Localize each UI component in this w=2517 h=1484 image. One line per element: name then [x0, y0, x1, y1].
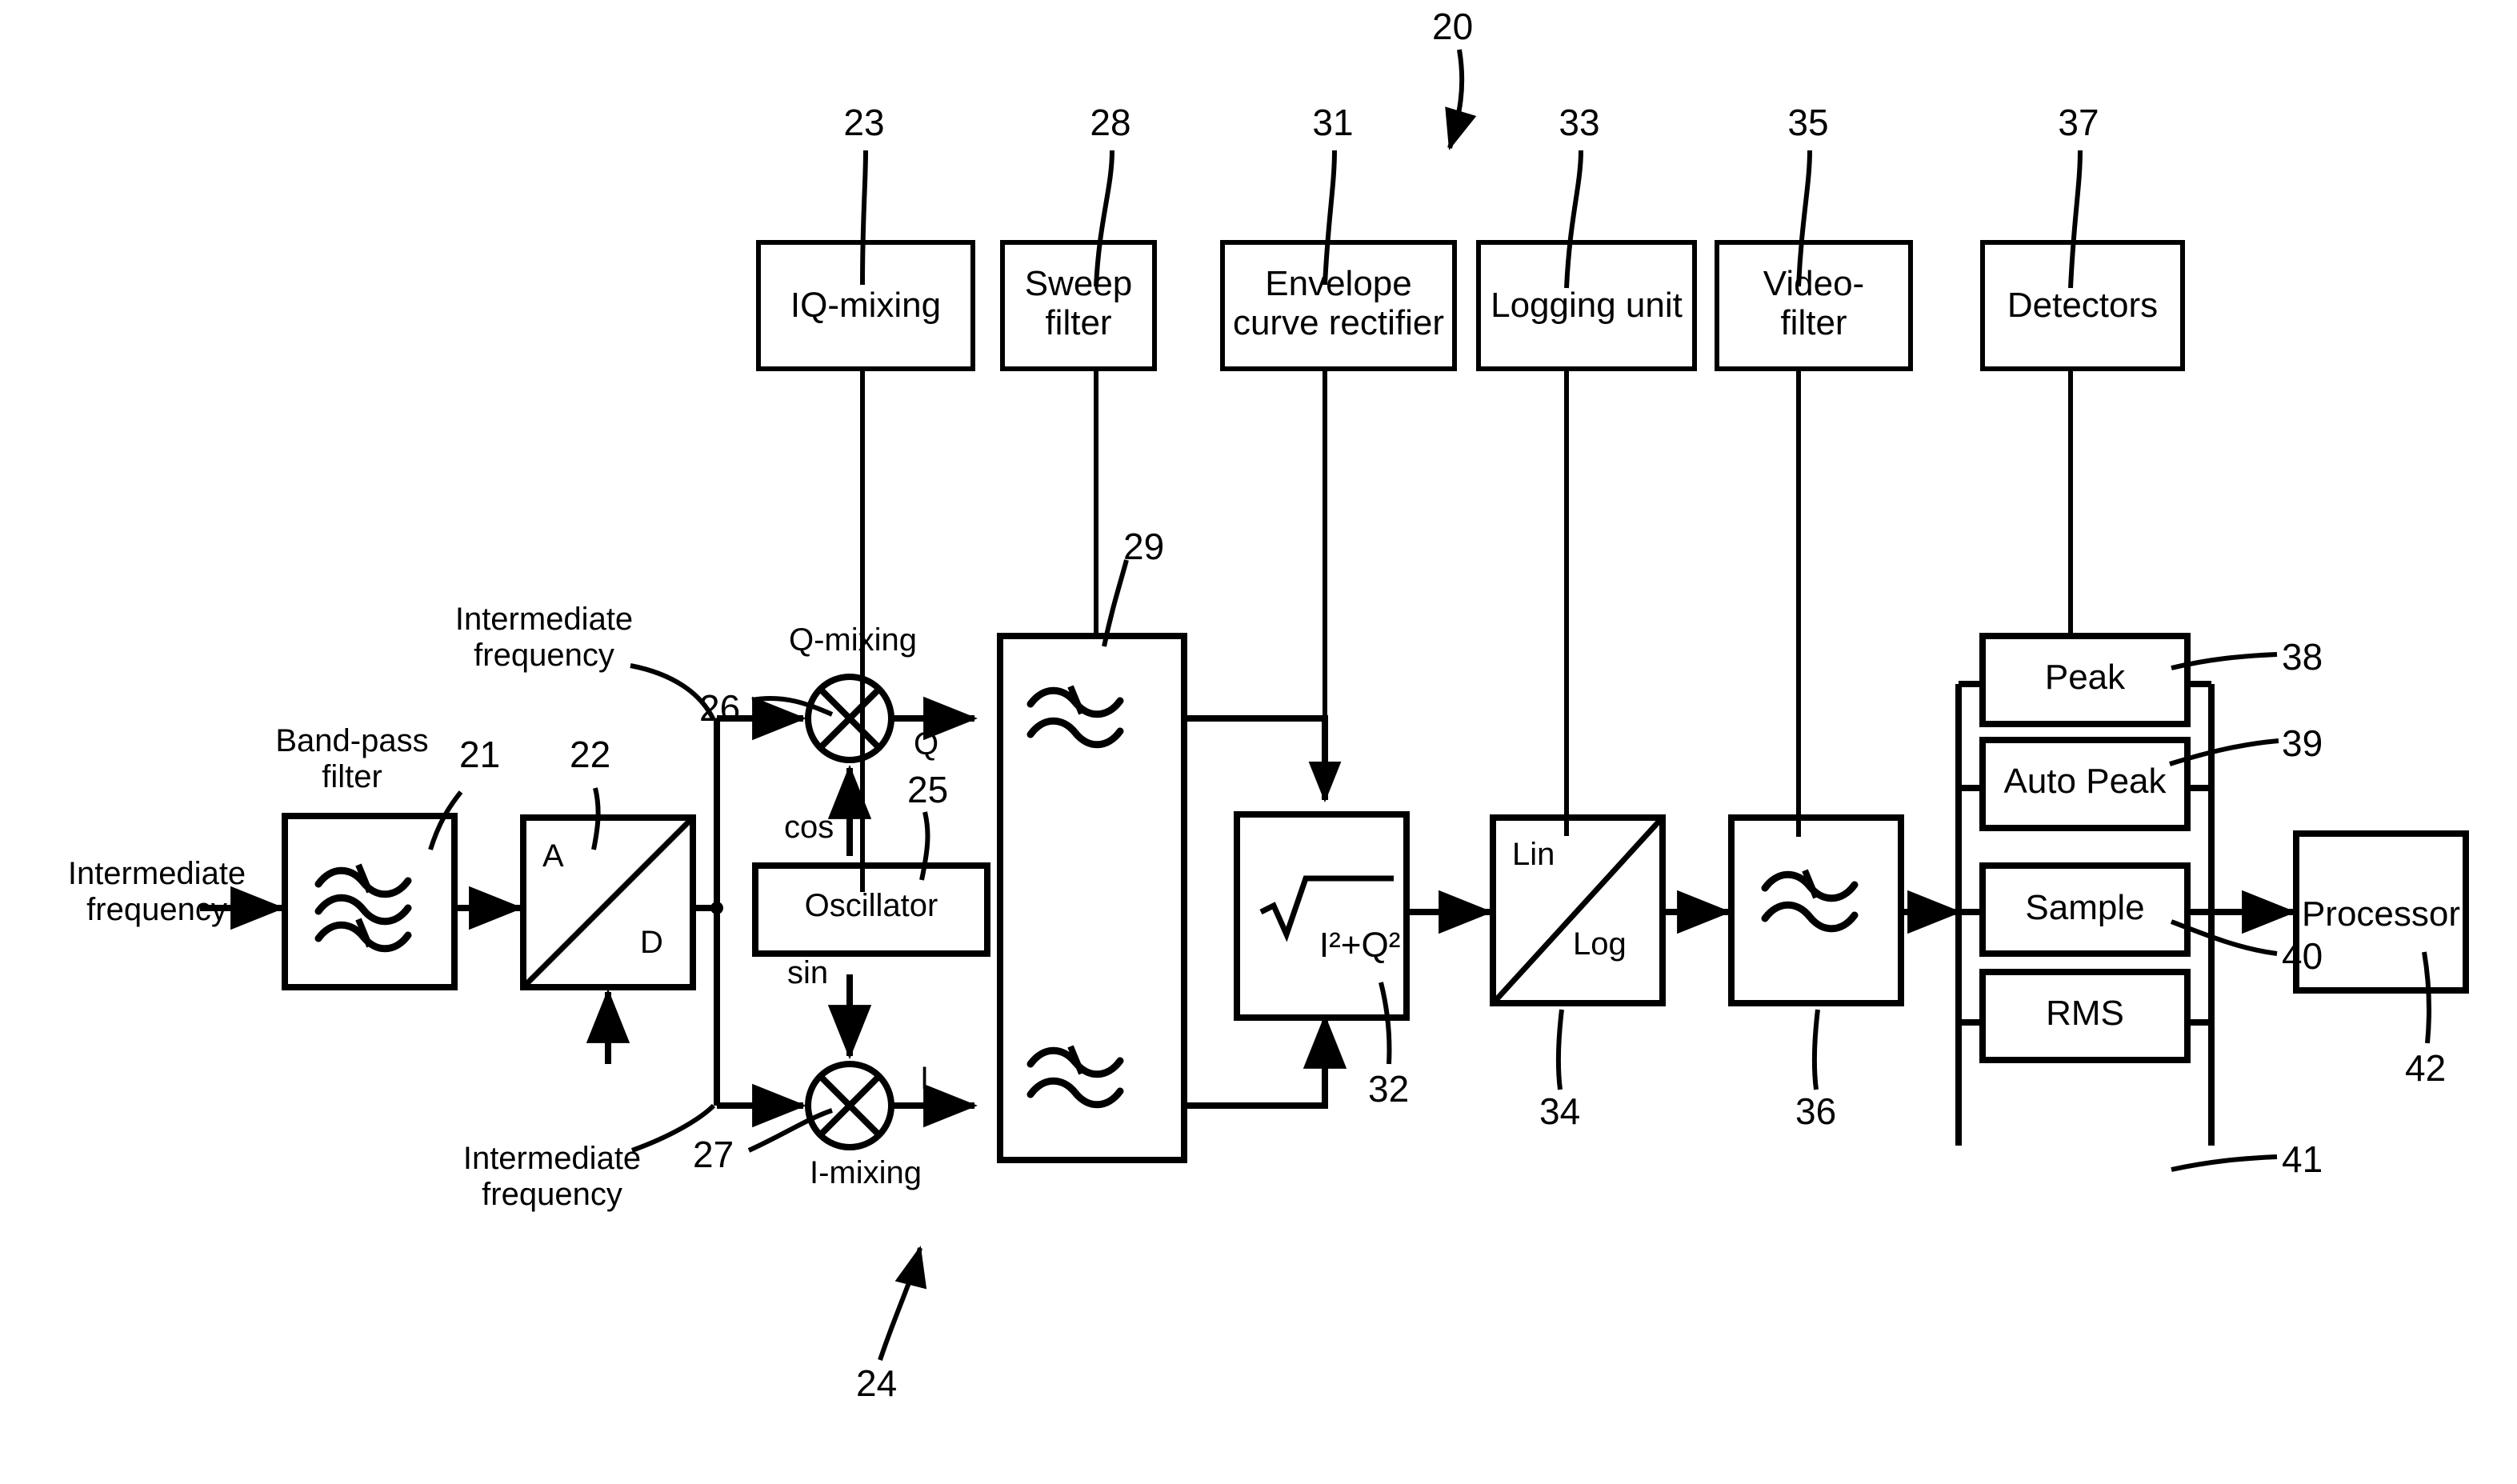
oscillator-label: Oscillator — [804, 888, 938, 923]
top-box-label-iq-mixing: IQ-mixing — [790, 286, 942, 325]
sweep-filter-ref-29: 29 — [1123, 526, 1165, 567]
top-box-label-envelope-curve-rectifier: Envelope curve rectifier — [1232, 264, 1445, 343]
detector-label-sample: Sample — [2025, 888, 2145, 927]
figure-canvas: 20 23 28 31 33 35 37 IQ-mixing Sweep fil… — [0, 0, 2517, 1484]
video-filter-ref-36: 36 — [1795, 1090, 1837, 1132]
linlog-lin-label: Lin — [1512, 837, 1555, 872]
q-mixer-ref-26: 26 — [699, 687, 741, 729]
if-label-lower: Intermediate frequency — [462, 1141, 642, 1212]
top-box-ref-23: 23 — [843, 102, 885, 143]
q-signal-label: Q — [914, 726, 939, 762]
linlog-ref-34: 34 — [1539, 1090, 1581, 1132]
top-box-ref-33: 33 — [1559, 102, 1600, 143]
top-box-label-detectors: Detectors — [2007, 286, 2159, 325]
detector-label-auto-peak: Auto Peak — [2003, 762, 2167, 801]
top-box-ref-28: 28 — [1090, 102, 1131, 143]
input-intermediate-frequency-label: Intermediate frequency — [67, 856, 246, 927]
top-box-label-logging-unit: Logging unit — [1491, 286, 1683, 325]
adc-digital-label: D — [640, 925, 663, 960]
rectifier-ref-32: 32 — [1368, 1068, 1410, 1110]
linlog-log-label: Log — [1573, 926, 1627, 962]
top-box-label-sweep-filter: Sweep filter — [1024, 264, 1133, 343]
iq-stage-ref-24: 24 — [856, 1362, 898, 1404]
oscillator-ref-25: 25 — [907, 769, 949, 810]
top-box-ref-31: 31 — [1312, 102, 1354, 143]
processor-ref-42: 42 — [2405, 1047, 2447, 1089]
i-mixing-title: I-mixing — [809, 1155, 922, 1190]
top-box-ref-37: 37 — [2058, 102, 2099, 143]
rectifier-formula: I²+Q² — [1280, 886, 1400, 1005]
detector-label-peak: Peak — [2044, 658, 2126, 697]
detector-ref-38: 38 — [2282, 636, 2323, 678]
detector-ref-40: 40 — [2282, 935, 2323, 977]
q-mixing-title: Q-mixing — [788, 622, 918, 658]
oscillator-sin-label: sin — [787, 955, 829, 990]
i-signal-label: I — [920, 1061, 930, 1096]
if-label-upper: Intermediate frequency — [454, 602, 634, 673]
adc-analog-label: A — [542, 838, 564, 874]
top-box-ref-35: 35 — [1787, 102, 1829, 143]
adc-ref-22: 22 — [570, 734, 611, 775]
oscillator-cos-label: cos — [784, 810, 834, 845]
detector-ref-41: 41 — [2282, 1138, 2323, 1180]
processor-label: Processor — [2301, 894, 2461, 934]
rectifier-formula-text: I²+Q² — [1319, 926, 1401, 966]
detector-ref-39: 39 — [2282, 722, 2323, 764]
top-box-label-video-filter: Video- filter — [1763, 264, 1865, 343]
detector-label-rms: RMS — [2046, 994, 2124, 1033]
i-mixer-ref-27: 27 — [693, 1134, 734, 1175]
bandpass-filter-title: Band-pass filter — [275, 723, 429, 794]
bandpass-filter-ref-21: 21 — [459, 734, 501, 775]
figure-ref-20: 20 — [1432, 6, 1474, 47]
